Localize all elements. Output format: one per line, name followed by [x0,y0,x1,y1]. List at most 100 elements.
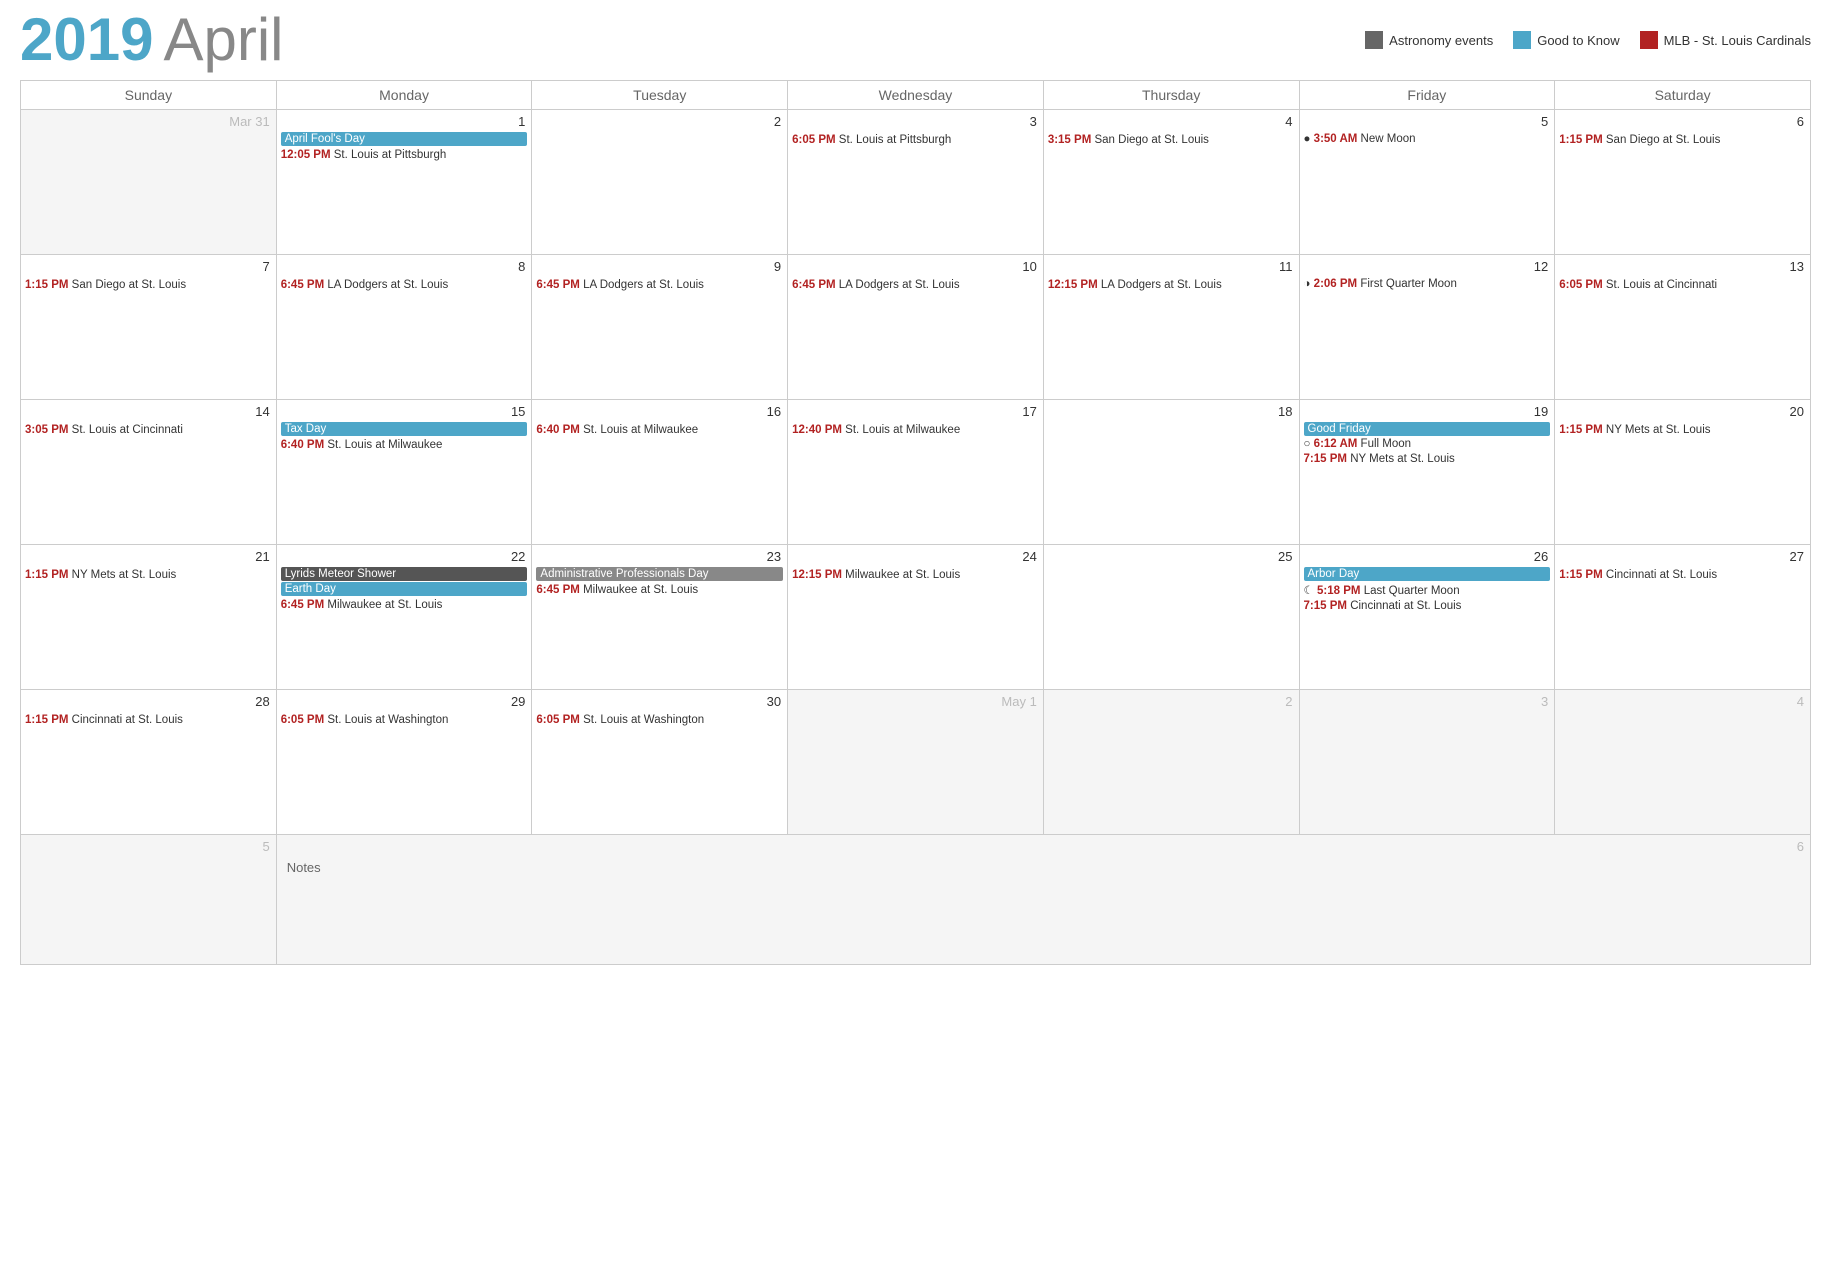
moon-event: ☾ 5:18 PM Last Quarter Moon [1304,583,1551,597]
event-time: 1:15 PM [1559,134,1602,146]
day-cell: 9 6:45 PM LA Dodgers at St. Louis [532,255,788,400]
day-cell: 36:05 PM St. Louis at Pittsburgh [788,110,1044,255]
event-time: 1:15 PM [25,714,68,726]
day-cell: 211:15 PM NY Mets at St. Louis [21,545,277,690]
event-bar-teal: April Fool's Day [281,132,528,146]
event-time: 6:05 PM [536,714,579,726]
day-cell: 3 [1299,690,1555,835]
cell-content: 6:05 PM St. Louis at Washington [534,713,785,728]
day-number: 9 [534,257,785,276]
moon-time: 5:18 PM [1317,585,1360,597]
event-desc: NY Mets at St. Louis [1350,453,1455,465]
col-monday: Monday [276,81,532,110]
day-cell: Mar 31 [21,110,277,255]
event-desc: San Diego at St. Louis [1606,134,1720,146]
event-desc: NY Mets at St. Louis [1606,424,1711,436]
moon-symbol: ◑ [1304,278,1311,290]
cell-content: Arbor Day ☾ 5:18 PM Last Quarter Moon 7:15… [1302,567,1553,614]
week-row-1: 71:15 PM San Diego at St. Louis8 6:45 PM … [21,255,1811,400]
event-desc: Cincinnati at St. Louis [1606,569,1717,581]
day-number: 5 [1302,112,1553,131]
event-time: 7:15 PM [1304,600,1347,612]
event-desc: San Diego at St. Louis [1094,134,1208,146]
event-bar-teal: Good Friday [1304,422,1551,436]
day-number: 17 [790,402,1041,421]
day-number: 13 [1557,257,1808,276]
day-number: 27 [1557,547,1808,566]
day-number: 5 [23,837,274,856]
cell-content: 1:15 PM Cincinnati at St. Louis [1557,568,1808,583]
legend-astronomy-label: Astronomy events [1389,33,1493,48]
event-bar-dark: Lyrids Meteor Shower [281,567,528,581]
day-cell: 27 1:15 PM Cincinnati at St. Louis [1555,545,1811,690]
event-desc: LA Dodgers at St. Louis [583,279,704,291]
moon-symbol: ○ [1304,438,1311,450]
event-time: 7:15 PM [1304,453,1347,465]
event-time: 3:15 PM [1048,134,1091,146]
month: April [163,10,283,70]
day-number: 3 [1302,692,1553,711]
day-number: 21 [23,547,274,566]
event-time: 12:15 PM [1048,279,1098,291]
day-number: 18 [1046,402,1297,421]
cell-content: 6:45 PM LA Dodgers at St. Louis [279,278,530,293]
week-row-0: Mar 311April Fool's Day12:05 PM St. Loui… [21,110,1811,255]
day-number: 6 [279,837,1808,856]
col-saturday: Saturday [1555,81,1811,110]
event-desc: St. Louis at Washington [327,714,448,726]
day-cell: 23Administrative Professionals Day6:45 P… [532,545,788,690]
day-number: 6 [1557,112,1808,131]
day-number: 8 [279,257,530,276]
legend: Astronomy events Good to Know MLB - St. … [1365,31,1811,49]
day-cell: 71:15 PM San Diego at St. Louis [21,255,277,400]
moon-desc: First Quarter Moon [1360,278,1457,290]
day-cell: May 1 [788,690,1044,835]
day-number: 3 [790,112,1041,131]
mlb-event: 6:40 PM St. Louis at Milwaukee [281,438,528,453]
event-desc: LA Dodgers at St. Louis [1101,279,1222,291]
event-bar-teal: Arbor Day [1304,567,1551,581]
event-desc: LA Dodgers at St. Louis [839,279,960,291]
event-time: 6:45 PM [281,279,324,291]
cell-content: 3:05 PM St. Louis at Cincinnati [23,423,274,438]
day-cell: 10 6:45 PM LA Dodgers at St. Louis [788,255,1044,400]
event-desc: Milwaukee at St. Louis [327,599,442,611]
cell-content: Administrative Professionals Day 6:45 PM … [534,567,785,598]
day-cell: 1112:15 PM LA Dodgers at St. Louis [1043,255,1299,400]
moon-symbol: ● [1304,133,1311,145]
day-number: 1 [279,112,530,131]
event-time: 1:15 PM [25,279,68,291]
cell-content: 6:45 PM LA Dodgers at St. Louis [534,278,785,293]
event-desc: St. Louis at Milwaukee [327,439,442,451]
col-sunday: Sunday [21,81,277,110]
notes-label: Notes [279,856,1808,879]
moon-event: ● 3:50 AM New Moon [1304,133,1551,145]
goodtoknow-color-box [1513,31,1531,49]
event-time: 3:05 PM [25,424,68,436]
event-time: 6:45 PM [536,584,579,596]
day-number: 10 [790,257,1041,276]
event-desc: St. Louis at Milwaukee [583,424,698,436]
day-number: 15 [279,402,530,421]
day-cell: 25 [1043,545,1299,690]
day-cell: 306:05 PM St. Louis at Washington [532,690,788,835]
mlb-event: 6:45 PM LA Dodgers at St. Louis [792,278,1039,293]
day-cell: 43:15 PM San Diego at St. Louis [1043,110,1299,255]
day-number: 14 [23,402,274,421]
cell-content: 3:15 PM San Diego at St. Louis [1046,133,1297,148]
cell-content: April Fool's Day12:05 PM St. Louis at Pi… [279,132,530,163]
day-number: 2 [1046,692,1297,711]
day-cell: 201:15 PM NY Mets at St. Louis [1555,400,1811,545]
event-desc: Cincinnati at St. Louis [72,714,183,726]
mlb-event: 6:45 PM Milwaukee at St. Louis [536,583,783,598]
cell-content: Tax Day6:40 PM St. Louis at Milwaukee [279,422,530,453]
legend-astronomy: Astronomy events [1365,31,1493,49]
cell-content: Good Friday○ 6:12 AM Full Moon7:15 PM NY… [1302,422,1553,467]
mlb-event: 6:45 PM Milwaukee at St. Louis [281,598,528,613]
day-number: 2 [534,112,785,131]
day-cell: 281:15 PM Cincinnati at St. Louis [21,690,277,835]
event-time: 6:05 PM [1559,279,1602,291]
moon-desc: New Moon [1361,133,1416,145]
event-bar-gray: Administrative Professionals Day [536,567,783,581]
moon-desc: Full Moon [1361,438,1412,450]
